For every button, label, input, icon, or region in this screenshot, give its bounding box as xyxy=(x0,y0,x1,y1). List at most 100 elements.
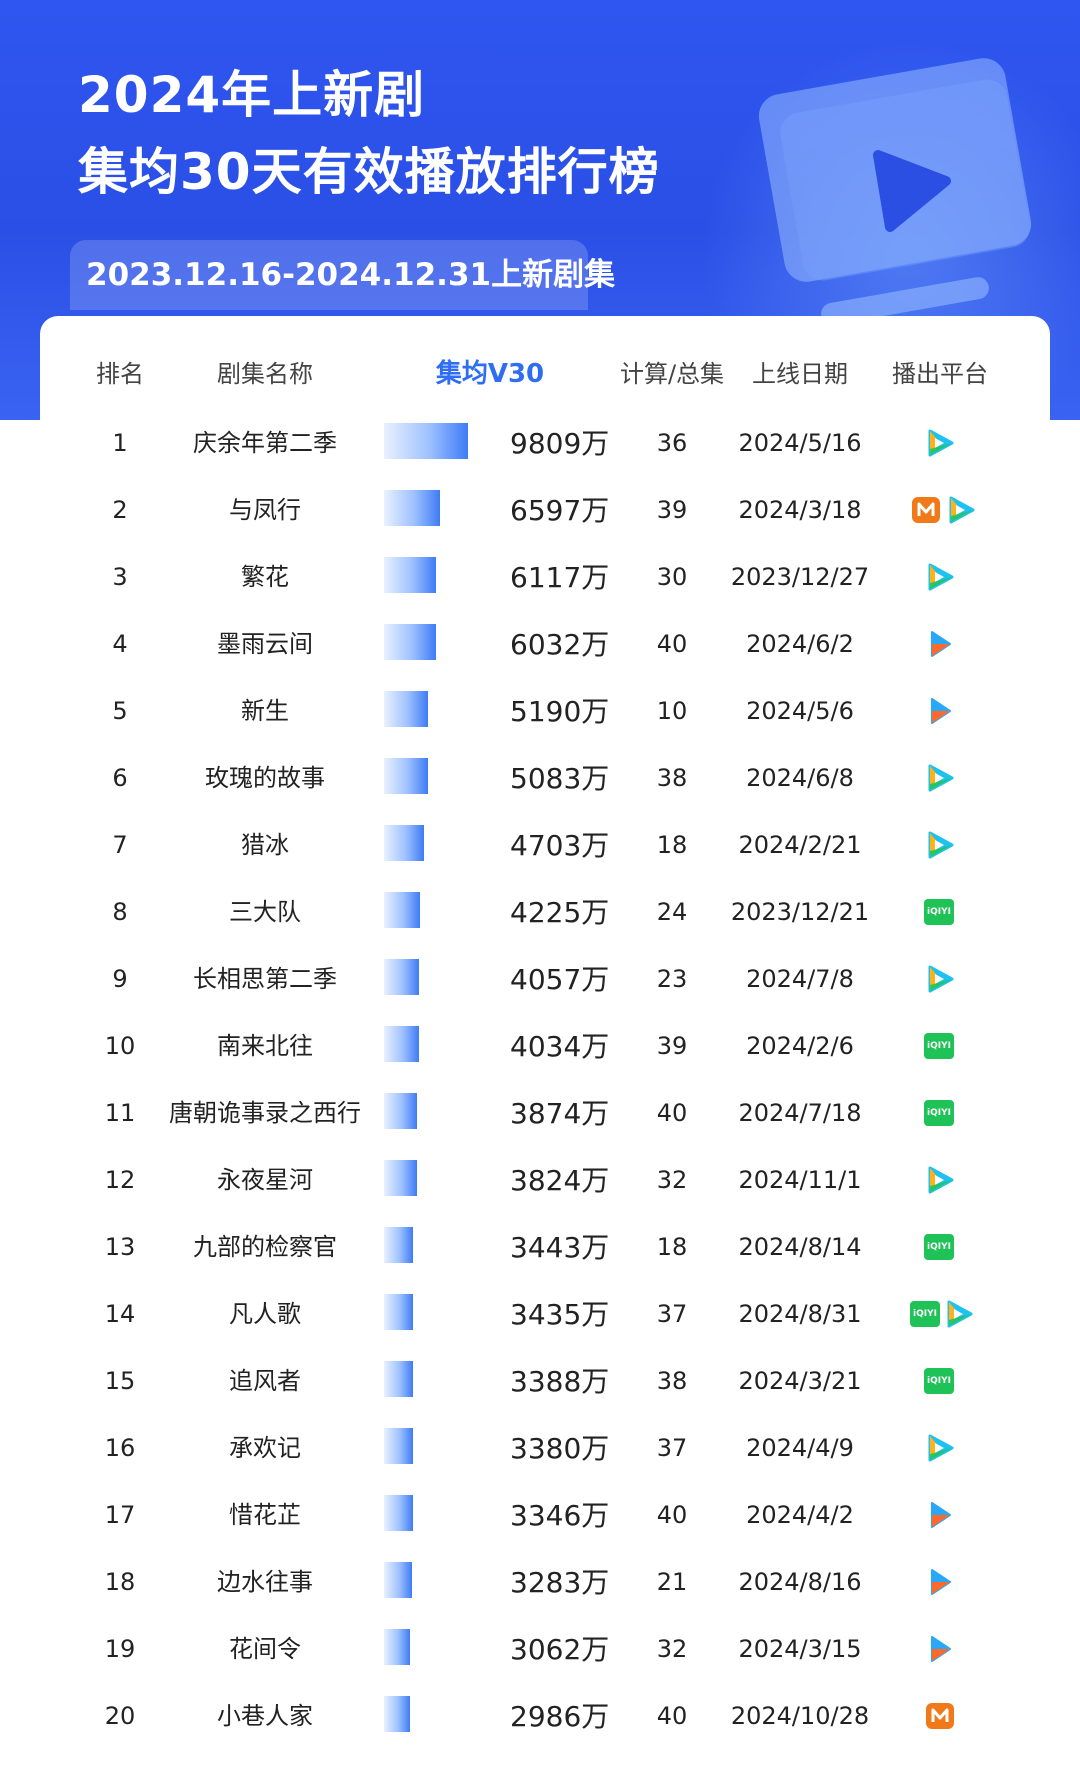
table-row: 13 九部的检察官 3443万 18 2024/8/14 iQIYI xyxy=(0,1214,1080,1281)
episodes-cell: 23 xyxy=(656,965,688,993)
rank-cell: 2 xyxy=(112,496,128,524)
table-row: 11 唐朝诡事录之西行 3874万 40 2024/7/18 iQIYI xyxy=(0,1080,1080,1147)
rank-cell: 6 xyxy=(112,764,128,792)
release-date-cell: 2023/12/27 xyxy=(730,563,870,591)
platform-cell xyxy=(924,628,956,660)
table-row: 2 与凤行 6597万 39 2024/3/18 xyxy=(0,477,1080,544)
v30-value-cell: 4225万 xyxy=(510,896,610,929)
v30-value-cell: 5083万 xyxy=(510,762,610,795)
youku-icon xyxy=(931,1636,951,1662)
drama-name-cell: 九部的检察官 xyxy=(193,1233,337,1261)
platform-cell: iQIYI xyxy=(924,1030,954,1062)
release-date-cell: 2023/12/21 xyxy=(730,898,870,926)
v30-value-cell: 2986万 xyxy=(510,1700,610,1733)
platform-cell: iQIYI xyxy=(924,1097,954,1129)
v30-value-cell: 3380万 xyxy=(510,1432,610,1465)
v30-value-cell: 4703万 xyxy=(510,829,610,862)
table-row: 6 玫瑰的故事 5083万 38 2024/6/8 xyxy=(0,745,1080,812)
v30-bar xyxy=(384,624,436,660)
drama-name-cell: 新生 xyxy=(241,697,289,725)
v30-bar xyxy=(384,758,428,794)
drama-name-cell: 追风者 xyxy=(229,1367,301,1395)
release-date-cell: 2024/8/16 xyxy=(738,1568,862,1596)
platform-cell: iQIYI xyxy=(924,896,954,928)
drama-name-cell: 与凤行 xyxy=(229,496,301,524)
tencent-video-icon xyxy=(928,1166,954,1194)
youku-icon xyxy=(931,698,951,724)
v30-value-cell: 3443万 xyxy=(510,1231,610,1264)
v30-bar xyxy=(384,1227,413,1263)
rank-cell: 15 xyxy=(104,1367,136,1395)
v30-bar xyxy=(384,1428,413,1464)
column-header-name: 剧集名称 xyxy=(217,360,313,388)
page-title: 2024年上新剧 xyxy=(78,66,426,124)
release-date-cell: 2024/8/31 xyxy=(738,1300,862,1328)
episodes-cell: 18 xyxy=(656,1233,688,1261)
table-row: 19 花间令 3062万 32 2024/3/15 xyxy=(0,1616,1080,1683)
v30-bar xyxy=(384,1495,413,1531)
episodes-cell: 32 xyxy=(656,1166,688,1194)
drama-name-cell: 繁花 xyxy=(241,563,289,591)
release-date-cell: 2024/5/16 xyxy=(738,429,862,457)
drama-name-cell: 猎冰 xyxy=(241,831,289,859)
table-row: 1 庆余年第二季 9809万 36 2024/5/16 xyxy=(0,410,1080,477)
v30-bar xyxy=(384,1294,413,1330)
iqiyi-icon: iQIYI xyxy=(924,1100,954,1126)
release-date-cell: 2024/7/18 xyxy=(738,1099,862,1127)
drama-name-cell: 边水往事 xyxy=(217,1568,313,1596)
table-row: 9 长相思第二季 4057万 23 2024/7/8 xyxy=(0,946,1080,1013)
tencent-video-icon xyxy=(928,1434,954,1462)
rank-cell: 1 xyxy=(112,429,128,457)
rank-cell: 8 xyxy=(112,898,128,926)
column-header-platform: 播出平台 xyxy=(892,360,988,388)
rank-cell: 4 xyxy=(112,630,128,658)
rank-cell: 11 xyxy=(104,1099,136,1127)
episodes-cell: 10 xyxy=(656,697,688,725)
v30-bar xyxy=(384,892,420,928)
mango-tv-icon xyxy=(912,497,940,523)
release-date-cell: 2024/11/1 xyxy=(738,1166,862,1194)
drama-name-cell: 永夜星河 xyxy=(217,1166,313,1194)
drama-name-cell: 长相思第二季 xyxy=(193,965,337,993)
platform-cell xyxy=(924,1633,956,1665)
rank-cell: 9 xyxy=(112,965,128,993)
v30-bar xyxy=(384,825,424,861)
v30-value-cell: 4057万 xyxy=(510,963,610,996)
v30-bar xyxy=(384,1026,419,1062)
drama-name-cell: 小巷人家 xyxy=(217,1702,313,1730)
v30-value-cell: 3874万 xyxy=(510,1097,610,1130)
rank-cell: 10 xyxy=(104,1032,136,1060)
v30-bar xyxy=(384,691,428,727)
release-date-cell: 2024/3/15 xyxy=(738,1635,862,1663)
table-row: 12 永夜星河 3824万 32 2024/11/1 xyxy=(0,1147,1080,1214)
drama-name-cell: 承欢记 xyxy=(229,1434,301,1462)
rank-cell: 20 xyxy=(104,1702,136,1730)
v30-value-cell: 3346万 xyxy=(510,1499,610,1532)
episodes-cell: 37 xyxy=(656,1434,688,1462)
drama-name-cell: 南来北往 xyxy=(217,1032,313,1060)
episodes-cell: 18 xyxy=(656,831,688,859)
column-header-date: 上线日期 xyxy=(752,360,848,388)
episodes-cell: 38 xyxy=(656,764,688,792)
platform-cell: iQIYI xyxy=(924,1365,954,1397)
episodes-cell: 30 xyxy=(656,563,688,591)
drama-name-cell: 惜花芷 xyxy=(229,1501,301,1529)
episodes-cell: 39 xyxy=(656,496,688,524)
rank-cell: 14 xyxy=(104,1300,136,1328)
rank-cell: 13 xyxy=(104,1233,136,1261)
v30-value-cell: 6597万 xyxy=(510,494,610,527)
platform-cell xyxy=(924,427,956,459)
episodes-cell: 39 xyxy=(656,1032,688,1060)
drama-name-cell: 玫瑰的故事 xyxy=(205,764,325,792)
rank-cell: 5 xyxy=(112,697,128,725)
tencent-video-icon xyxy=(928,831,954,859)
column-header-episodes: 计算/总集 xyxy=(619,360,725,388)
drama-name-cell: 凡人歌 xyxy=(229,1300,301,1328)
rank-cell: 3 xyxy=(112,563,128,591)
youku-icon xyxy=(931,631,951,657)
rank-cell: 7 xyxy=(112,831,128,859)
youku-icon xyxy=(931,1502,951,1528)
platform-cell xyxy=(924,1700,956,1732)
platform-cell xyxy=(924,695,956,727)
release-date-cell: 2024/4/9 xyxy=(746,1434,854,1462)
